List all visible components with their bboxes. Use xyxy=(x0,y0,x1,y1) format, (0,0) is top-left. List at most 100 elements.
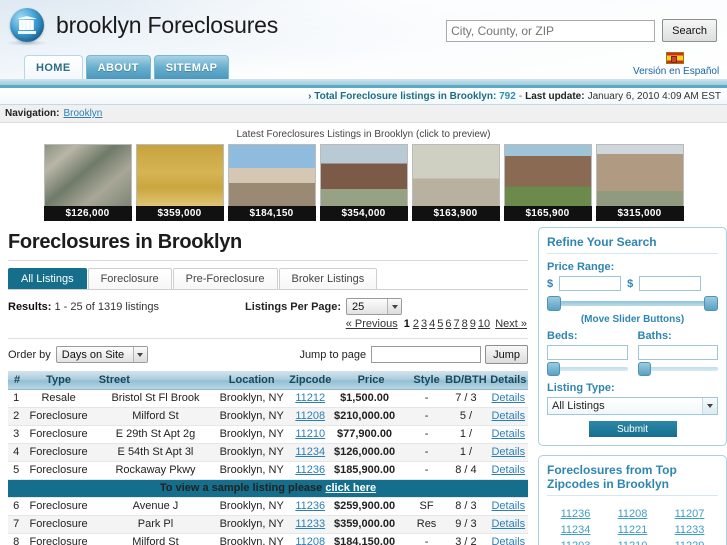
nav-tab-sitemap[interactable]: SITEMAP xyxy=(153,55,230,79)
table-row[interactable]: 2 Foreclosure Milford St Brooklyn, NY 11… xyxy=(8,407,528,426)
col-header-street[interactable]: Street xyxy=(92,371,216,390)
spanish-version-link[interactable]: Versión en Español xyxy=(633,66,719,77)
jump-button[interactable]: Jump xyxy=(485,345,528,364)
table-row[interactable]: 8 Foreclosure Milford St Brooklyn, NY 11… xyxy=(8,533,528,545)
cell-zipcode[interactable]: 11234 xyxy=(288,443,333,462)
details-link[interactable]: Details xyxy=(491,428,525,440)
slider-knob[interactable] xyxy=(637,362,651,376)
cell-details[interactable]: Details xyxy=(488,443,528,462)
pagination-page-6[interactable]: 6 xyxy=(445,318,451,330)
pagination-page-5[interactable]: 5 xyxy=(437,318,443,330)
zipcode-link[interactable]: 11208 xyxy=(295,410,325,422)
aerial-map-thumbnail[interactable] xyxy=(43,144,132,206)
zipcode-link[interactable]: 11212 xyxy=(295,392,325,404)
search-button[interactable]: Search xyxy=(662,19,717,42)
col-header-type[interactable]: Type xyxy=(24,371,93,390)
pagination-next[interactable]: Next » xyxy=(495,318,527,330)
zipcode-link[interactable]: 11208 xyxy=(295,536,325,545)
col-header-details[interactable]: Details xyxy=(488,371,528,390)
thumbnail-item[interactable]: $184,150 xyxy=(227,144,316,221)
slider-knob-max[interactable] xyxy=(704,296,718,311)
breadcrumb-link-brooklyn[interactable]: Brooklyn xyxy=(63,108,102,119)
details-link[interactable]: Details xyxy=(491,500,525,512)
submit-button[interactable]: Submit xyxy=(588,421,677,437)
apartment-building-thumbnail[interactable] xyxy=(595,144,684,206)
cell-zipcode[interactable]: 11212 xyxy=(288,389,333,408)
cell-details[interactable]: Details xyxy=(488,515,528,534)
pagination-page-7[interactable]: 7 xyxy=(454,318,460,330)
listings-per-page-select[interactable]: 25 xyxy=(346,298,403,315)
tab-pre-foreclosure[interactable]: Pre-Foreclosure xyxy=(172,268,278,289)
price-max-input[interactable] xyxy=(639,276,702,291)
cell-details[interactable]: Details xyxy=(488,533,528,545)
cell-zipcode[interactable]: 11236 xyxy=(288,461,333,480)
cell-zipcode[interactable]: 11210 xyxy=(288,425,333,444)
slider-knob[interactable] xyxy=(547,362,560,376)
baths-input[interactable] xyxy=(637,345,718,360)
zipcode-link-11229[interactable]: 11229 xyxy=(661,538,718,545)
cell-details[interactable]: Details xyxy=(488,425,528,444)
table-row[interactable]: 6 Foreclosure Avenue J Brooklyn, NY 1123… xyxy=(8,497,528,516)
cell-zipcode[interactable]: 11233 xyxy=(288,515,333,534)
details-link[interactable]: Details xyxy=(491,392,525,404)
details-link[interactable]: Details xyxy=(491,518,525,530)
order-by-select[interactable]: Days on Site xyxy=(55,346,148,363)
col-header-style[interactable]: Style xyxy=(409,371,444,390)
baths-slider[interactable] xyxy=(637,362,718,376)
details-link[interactable]: Details xyxy=(491,536,525,545)
cell-zipcode[interactable]: 11236 xyxy=(288,497,333,516)
zipcode-link-11210[interactable]: 11210 xyxy=(604,538,661,545)
pagination-previous[interactable]: « Previous xyxy=(346,318,398,330)
pagination-page-8[interactable]: 8 xyxy=(462,318,468,330)
thumbnail-item[interactable]: $165,900 xyxy=(503,144,592,221)
table-row[interactable]: 7 Foreclosure Park Pl Brooklyn, NY 11233… xyxy=(8,515,528,534)
zipcode-link-11208[interactable]: 11208 xyxy=(604,506,661,522)
zipcode-link-11233[interactable]: 11233 xyxy=(661,522,718,538)
cell-zipcode[interactable]: 11208 xyxy=(288,533,333,545)
beds-input[interactable] xyxy=(547,345,628,360)
cell-details[interactable]: Details xyxy=(488,407,528,426)
nav-tab-home[interactable]: HOME xyxy=(24,55,83,79)
zipcode-link-11236[interactable]: 11236 xyxy=(547,506,604,522)
brand[interactable]: brooklyn Foreclosures xyxy=(10,8,278,42)
white-house-thumbnail[interactable] xyxy=(227,144,316,206)
jump-to-page-input[interactable] xyxy=(371,346,482,363)
pagination-page-3[interactable]: 3 xyxy=(421,318,427,330)
slider-knob-min[interactable] xyxy=(547,296,561,311)
thumbnail-item[interactable]: $359,000 xyxy=(135,144,224,221)
tab-broker-listings[interactable]: Broker Listings xyxy=(278,268,378,289)
pagination-page-2[interactable]: 2 xyxy=(413,318,419,330)
brownstone-row-thumbnail[interactable] xyxy=(503,144,592,206)
kitchen-thumbnail[interactable] xyxy=(411,144,500,206)
listing-type-select[interactable]: All Listings xyxy=(547,397,718,415)
pagination-page-9[interactable]: 9 xyxy=(470,318,476,330)
price-min-input[interactable] xyxy=(559,276,622,291)
tab-foreclosure[interactable]: Foreclosure xyxy=(87,268,172,289)
thumbnail-item[interactable]: $354,000 xyxy=(319,144,408,221)
language-switcher[interactable]: Versión en Español xyxy=(633,52,719,77)
nav-tab-about[interactable]: ABOUT xyxy=(85,55,151,79)
table-row[interactable]: 1 Resale Bristol St Fl Brook Brooklyn, N… xyxy=(8,389,528,408)
brick-house-thumbnail[interactable] xyxy=(319,144,408,206)
details-link[interactable]: Details xyxy=(491,410,525,422)
col-header-zipcode[interactable]: Zipcode xyxy=(288,371,333,390)
zipcode-link-11207[interactable]: 11207 xyxy=(661,506,718,522)
zipcode-link[interactable]: 11234 xyxy=(295,446,325,458)
sample-listing-banner[interactable]: To view a sample listing please click he… xyxy=(8,479,528,498)
table-row[interactable]: 5 Foreclosure Rockaway Pkwy Brooklyn, NY… xyxy=(8,461,528,480)
table-row[interactable]: 4 Foreclosure E 54th St Apt 3l Brooklyn,… xyxy=(8,443,528,462)
pagination-page-4[interactable]: 4 xyxy=(429,318,435,330)
zipcode-link[interactable]: 11233 xyxy=(295,518,325,530)
zipcode-link[interactable]: 11210 xyxy=(295,428,325,440)
cell-details[interactable]: Details xyxy=(488,461,528,480)
details-link[interactable]: Details xyxy=(491,446,525,458)
table-row[interactable]: 3 Foreclosure E 29th St Apt 2g Brooklyn,… xyxy=(8,425,528,444)
col-header-bdbth[interactable]: BD/BTH xyxy=(443,371,489,390)
col-header-price[interactable]: Price xyxy=(332,371,410,390)
zipcode-link[interactable]: 11236 xyxy=(295,500,325,512)
zipcode-link[interactable]: 11236 xyxy=(295,464,325,476)
price-range-slider[interactable] xyxy=(547,295,718,311)
pagination-page-10[interactable]: 10 xyxy=(478,318,490,330)
cell-details[interactable]: Details xyxy=(488,389,528,408)
thumbnail-item[interactable]: $163,900 xyxy=(411,144,500,221)
